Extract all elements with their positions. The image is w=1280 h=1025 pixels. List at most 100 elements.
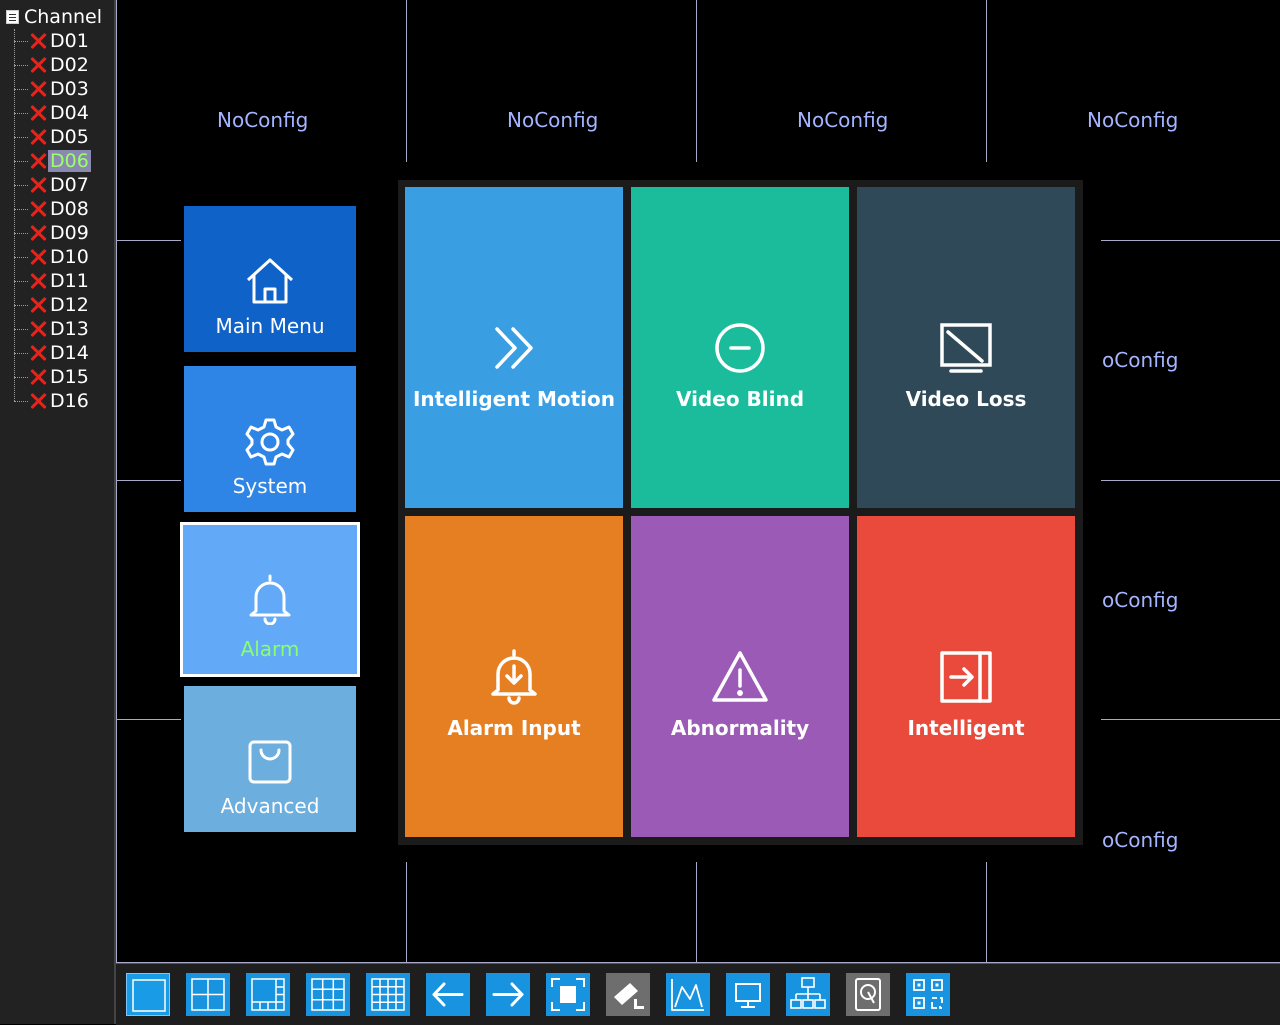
channel-label: D15 bbox=[50, 366, 89, 388]
ptz-camera-button[interactable] bbox=[606, 973, 650, 1016]
tree-branch bbox=[14, 400, 28, 402]
grid-divider bbox=[117, 240, 181, 241]
next-icon bbox=[492, 982, 524, 1007]
sixteen-view-button[interactable] bbox=[366, 973, 410, 1016]
single-view-button[interactable] bbox=[126, 973, 170, 1016]
system-label: System bbox=[232, 474, 308, 498]
hdd-icon bbox=[855, 978, 881, 1011]
channel-item-d05[interactable]: D05 bbox=[14, 125, 91, 149]
channel-label: D13 bbox=[50, 318, 89, 340]
grid-divider bbox=[986, 862, 987, 962]
grid-divider bbox=[1101, 480, 1280, 481]
sign-in-icon bbox=[940, 651, 992, 703]
system-button[interactable]: System bbox=[184, 366, 356, 512]
double-chevron-right-icon bbox=[495, 327, 533, 369]
previous-button[interactable] bbox=[426, 973, 470, 1016]
fullscreen-icon bbox=[551, 978, 585, 1011]
tree-branch bbox=[14, 280, 28, 282]
eight-view-icon bbox=[251, 978, 285, 1011]
channel-status-label: oConfig bbox=[1102, 828, 1179, 852]
channel-item-d06[interactable]: D06 bbox=[14, 149, 91, 173]
qr-code-icon bbox=[913, 979, 943, 1009]
grid-divider bbox=[117, 480, 181, 481]
alarm-label: Alarm bbox=[240, 637, 300, 661]
red-x-icon bbox=[28, 127, 48, 147]
red-x-icon bbox=[28, 223, 48, 243]
channel-item-d02[interactable]: D02 bbox=[14, 53, 91, 77]
advanced-button[interactable]: Advanced bbox=[184, 686, 356, 832]
tree-branch bbox=[14, 352, 28, 354]
gear-icon bbox=[245, 418, 295, 466]
channel-item-d07[interactable]: D07 bbox=[14, 173, 91, 197]
channel-item-d08[interactable]: D08 bbox=[14, 197, 91, 221]
grid-divider bbox=[986, 0, 987, 162]
shopping-bag-icon bbox=[248, 740, 292, 784]
channel-item-d10[interactable]: D10 bbox=[14, 245, 91, 269]
channel-item-d04[interactable]: D04 bbox=[14, 101, 91, 125]
video-blind-button[interactable]: Video Blind bbox=[631, 187, 849, 508]
channel-item-d13[interactable]: D13 bbox=[14, 317, 91, 341]
tree-branch bbox=[14, 64, 28, 66]
warning-triangle-icon bbox=[712, 651, 768, 702]
channel-item-d01[interactable]: D01 bbox=[14, 29, 91, 53]
red-x-icon bbox=[28, 319, 48, 339]
tree-branch bbox=[14, 232, 28, 234]
minus-circle-icon bbox=[715, 323, 765, 373]
channel-tree-root[interactable]: Channel bbox=[6, 6, 102, 28]
network-button[interactable] bbox=[786, 973, 830, 1016]
channel-item-d03[interactable]: D03 bbox=[14, 77, 91, 101]
channel-item-d11[interactable]: D11 bbox=[14, 269, 91, 293]
sixteen-view-icon bbox=[371, 978, 405, 1011]
red-x-icon bbox=[28, 367, 48, 387]
channel-status-label: NoConfig bbox=[217, 108, 309, 132]
tree-branch bbox=[14, 208, 28, 210]
main-menu-label: Main Menu bbox=[215, 314, 325, 338]
channel-label: D08 bbox=[50, 198, 89, 220]
bottom-toolbar bbox=[116, 963, 1280, 1025]
statistics-button[interactable] bbox=[666, 973, 710, 1016]
single-view-icon bbox=[132, 979, 166, 1012]
tree-branch bbox=[14, 376, 28, 378]
video-loss-button[interactable]: Video Loss bbox=[857, 187, 1075, 508]
nine-view-button[interactable] bbox=[306, 973, 350, 1016]
grid-divider bbox=[406, 0, 407, 162]
alarm-input-button[interactable]: Alarm Input bbox=[405, 516, 623, 837]
nine-view-icon bbox=[311, 978, 345, 1011]
channel-label: D01 bbox=[50, 30, 89, 52]
quad-view-button[interactable] bbox=[186, 973, 230, 1016]
fullscreen-button[interactable] bbox=[546, 973, 590, 1016]
channel-label: D12 bbox=[50, 294, 89, 316]
video-loss-label: Video Loss bbox=[905, 387, 1027, 411]
red-x-icon bbox=[28, 391, 48, 411]
next-button[interactable] bbox=[486, 973, 530, 1016]
alarm-button[interactable]: Alarm bbox=[180, 522, 360, 677]
hdd-button[interactable] bbox=[846, 973, 890, 1016]
abnormality-button[interactable]: Abnormality bbox=[631, 516, 849, 837]
ptz-camera-icon bbox=[614, 983, 644, 1009]
main-menu-button[interactable]: Main Menu bbox=[184, 206, 356, 352]
channel-item-d16[interactable]: D16 bbox=[14, 389, 91, 413]
channel-status-label: NoConfig bbox=[1087, 108, 1179, 132]
intelligent-motion-button[interactable]: Intelligent Motion bbox=[405, 187, 623, 508]
previous-icon bbox=[432, 982, 464, 1007]
eight-view-button[interactable] bbox=[246, 973, 290, 1016]
intelligent-button[interactable]: Intelligent bbox=[857, 516, 1075, 837]
bell-arrow-down-icon bbox=[491, 649, 537, 705]
channel-item-d12[interactable]: D12 bbox=[14, 293, 91, 317]
channel-status-label: oConfig bbox=[1102, 348, 1179, 372]
tree-branch bbox=[14, 328, 28, 330]
monitor-slash-icon bbox=[940, 323, 992, 373]
channel-label: D04 bbox=[50, 102, 89, 124]
bell-icon bbox=[249, 574, 291, 625]
grid-divider bbox=[406, 862, 407, 962]
red-x-icon bbox=[28, 103, 48, 123]
channel-item-d09[interactable]: D09 bbox=[14, 221, 91, 245]
tree-branch bbox=[14, 304, 28, 306]
statistics-icon bbox=[671, 979, 704, 1011]
channel-item-d14[interactable]: D14 bbox=[14, 341, 91, 365]
red-x-icon bbox=[28, 31, 48, 51]
qr-code-button[interactable] bbox=[906, 973, 950, 1016]
monitor-button[interactable] bbox=[726, 973, 770, 1016]
intelligent-label: Intelligent bbox=[907, 716, 1025, 740]
channel-item-d15[interactable]: D15 bbox=[14, 365, 91, 389]
